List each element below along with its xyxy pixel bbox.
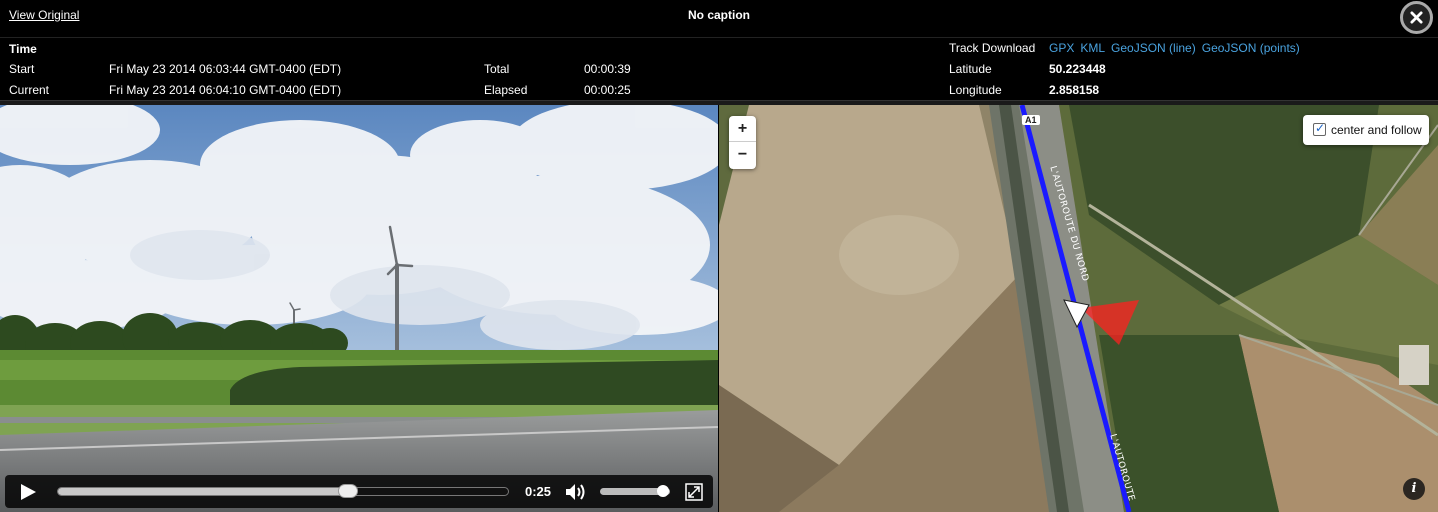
satellite-map	[719, 105, 1438, 512]
top-bar: View Original No caption	[0, 0, 1438, 36]
follow-label: center and follow	[1331, 123, 1422, 137]
download-kml-link[interactable]: KML	[1080, 41, 1105, 55]
elapsed-label: Elapsed	[484, 83, 528, 97]
fullscreen-icon[interactable]	[685, 483, 703, 501]
road-shield-a1: A1	[1022, 115, 1040, 125]
zoom-out-button[interactable]: −	[729, 142, 756, 168]
volume-handle[interactable]	[657, 485, 669, 497]
progress-handle[interactable]	[338, 484, 359, 498]
video-player[interactable]: 0:25	[0, 105, 718, 512]
current-value: Fri May 23 2014 06:04:10 GMT-0400 (EDT)	[109, 83, 342, 97]
elapsed-value: 00:00:25	[584, 83, 631, 97]
close-icon	[1410, 11, 1423, 24]
progress-fill	[58, 488, 349, 495]
volume-icon[interactable]	[565, 482, 587, 502]
video-frame	[0, 105, 718, 512]
track-download-label: Track Download	[949, 41, 1036, 55]
current-label: Current	[9, 83, 50, 97]
caption-text: No caption	[688, 8, 750, 22]
download-gpx-link[interactable]: GPX	[1049, 41, 1074, 55]
map-info-button[interactable]: i	[1403, 478, 1425, 500]
track-info-panel: Time Start Fri May 23 2014 06:03:44 GMT-…	[0, 37, 1438, 100]
play-icon[interactable]	[19, 483, 37, 501]
zoom-in-button[interactable]: +	[729, 116, 756, 142]
start-label: Start	[9, 62, 35, 76]
progress-bar[interactable]	[57, 484, 509, 498]
volume-slider[interactable]	[600, 485, 670, 497]
total-value: 00:00:39	[584, 62, 631, 76]
download-geojson-points-link[interactable]: GeoJSON (points)	[1202, 41, 1300, 55]
current-time: 0:25	[525, 484, 552, 499]
zoom-control: + −	[729, 116, 756, 169]
total-label: Total	[484, 62, 510, 76]
close-button[interactable]	[1400, 1, 1433, 34]
download-links: GPX KML GeoJSON (line) GeoJSON (points)	[1049, 41, 1306, 55]
time-heading: Time	[9, 42, 37, 56]
longitude-value: 2.858158	[1049, 83, 1100, 97]
start-value: Fri May 23 2014 06:03:44 GMT-0400 (EDT)	[109, 62, 342, 76]
longitude-label: Longitude	[949, 83, 1002, 97]
latitude-value: 50.223448	[1049, 62, 1106, 76]
download-geojson-line-link[interactable]: GeoJSON (line)	[1111, 41, 1196, 55]
map-view[interactable]: A1 L'AUTOROUTE DU NORD L'AUTOROUTE + − c…	[719, 105, 1438, 512]
center-and-follow-toggle[interactable]: center and follow	[1303, 115, 1429, 145]
follow-checkbox[interactable]	[1313, 121, 1326, 136]
video-controls: 0:25	[5, 475, 713, 508]
latitude-label: Latitude	[949, 62, 992, 76]
